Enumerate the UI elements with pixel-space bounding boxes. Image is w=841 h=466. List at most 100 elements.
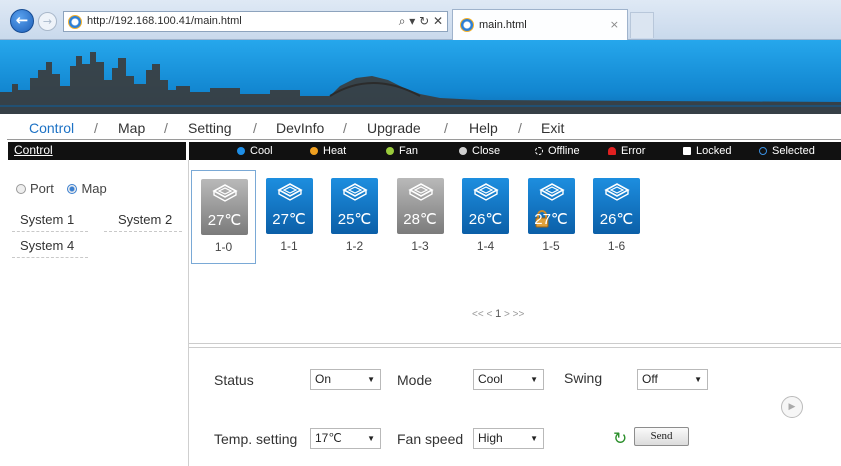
legend-close: Close bbox=[459, 145, 500, 157]
menu-separator: / bbox=[253, 120, 257, 136]
pager-current-page[interactable]: 1 bbox=[495, 308, 501, 320]
device-id: 1-4 bbox=[476, 239, 495, 253]
fan-speed-select[interactable]: High ▼ bbox=[473, 428, 544, 449]
menu-separator: / bbox=[444, 120, 448, 136]
view-mode-radio-group: Port Map bbox=[16, 181, 107, 196]
legend-fan: Fan bbox=[386, 145, 418, 157]
back-button[interactable]: ← bbox=[10, 9, 34, 33]
temp-setting-value: 17℃ bbox=[315, 431, 342, 445]
menu-map[interactable]: Map bbox=[118, 120, 145, 136]
heat-dot-icon bbox=[310, 147, 318, 155]
radio-map[interactable]: Map bbox=[67, 181, 107, 196]
legend-label: Fan bbox=[399, 145, 418, 157]
fan-speed-label: Fan speed bbox=[397, 431, 464, 447]
device-tile[interactable]: 26℃ 1-6 bbox=[584, 170, 649, 264]
device-id: 1-3 bbox=[411, 239, 429, 253]
chevron-down-icon: ▼ bbox=[367, 434, 375, 443]
radio-port[interactable]: Port bbox=[16, 181, 54, 196]
status-value: On bbox=[315, 372, 332, 386]
menu-upgrade[interactable]: Upgrade bbox=[367, 120, 421, 136]
legend-label: Offline bbox=[548, 145, 580, 157]
status-select[interactable]: On ▼ bbox=[310, 369, 381, 390]
radio-port-label: Port bbox=[30, 181, 54, 196]
tab-page-icon bbox=[460, 18, 474, 32]
pager-prev-link[interactable]: << < bbox=[472, 309, 492, 320]
play-icon[interactable]: ▶ bbox=[781, 396, 803, 418]
legend-label: Cool bbox=[250, 145, 273, 157]
sidebar: Port Map System 1 System 2 System 4 bbox=[8, 160, 189, 466]
device-tile[interactable]: 28℃ 1-3 bbox=[388, 170, 453, 264]
ac-unit-icon[interactable]: 26℃ bbox=[593, 178, 640, 234]
browser-toolbar: ← → http://192.168.100.41/main.html ⌕ ▾ … bbox=[0, 0, 841, 40]
device-temperature: 26℃ bbox=[599, 211, 634, 228]
device-tile[interactable]: 27℃ 1-5 bbox=[519, 170, 584, 264]
address-bar[interactable]: http://192.168.100.41/main.html ⌕ ▾ ↻ ✕ bbox=[63, 11, 448, 32]
temp-setting-select[interactable]: 17℃ ▼ bbox=[310, 428, 381, 449]
legend-selected: Selected bbox=[759, 145, 815, 157]
sidebar-item-system-1[interactable]: System 1 bbox=[12, 212, 88, 232]
legend-locked: Locked bbox=[683, 145, 731, 157]
chevron-down-icon: ▼ bbox=[530, 434, 538, 443]
menu-separator: / bbox=[164, 120, 168, 136]
pager-next-link[interactable]: > >> bbox=[504, 309, 524, 320]
legend-heat: Heat bbox=[310, 145, 346, 157]
radio-icon[interactable] bbox=[16, 184, 26, 194]
legend-label: Heat bbox=[323, 145, 347, 157]
ac-unit-icon[interactable]: 28℃ bbox=[396, 178, 444, 234]
menu-divider bbox=[7, 139, 841, 140]
new-tab-button[interactable] bbox=[630, 12, 654, 38]
page-root: ← → http://192.168.100.41/main.html ⌕ ▾ … bbox=[0, 0, 841, 466]
menu-exit[interactable]: Exit bbox=[541, 120, 564, 136]
status-legend: Cool Heat Fan Close Offline Error Locked… bbox=[189, 142, 841, 160]
lock-icon bbox=[683, 147, 691, 155]
tab-close-icon[interactable]: × bbox=[610, 18, 619, 31]
fan-dot-icon bbox=[386, 147, 394, 155]
browser-tab[interactable]: main.html × bbox=[452, 9, 628, 40]
control-panel: Status On ▼ Mode Cool ▼ Swing Off ▼ ▶ Temp.… bbox=[189, 347, 841, 466]
device-tile[interactable]: 26℃ 1-4 bbox=[453, 170, 518, 264]
menu-control[interactable]: Control bbox=[29, 120, 74, 136]
address-tools-icon[interactable]: ⌕ ▾ ↻ ✕ bbox=[399, 14, 443, 29]
mode-value: Cool bbox=[478, 372, 503, 386]
status-label: Status bbox=[214, 372, 254, 388]
pager: << < 1 > >> bbox=[472, 308, 524, 320]
cool-dot-icon bbox=[237, 147, 245, 155]
device-map: 27℃ 1-0 27℃ 1-1 25℃ 1-2 28℃ 1-3 26℃ 1-4 27℃ 1-5 26℃ 1… bbox=[189, 162, 841, 344]
device-tile[interactable]: 27℃ 1-0 bbox=[191, 170, 256, 264]
chevron-down-icon: ▼ bbox=[694, 375, 702, 384]
device-id: 1-5 bbox=[542, 239, 560, 253]
close-dot-icon bbox=[459, 147, 467, 155]
legend-error: Error bbox=[608, 145, 645, 157]
sidebar-item-label: System 1 bbox=[20, 212, 75, 227]
ac-unit-icon[interactable]: 25℃ bbox=[331, 178, 378, 234]
selected-ring-icon bbox=[759, 147, 767, 155]
ac-unit-icon[interactable]: 26℃ bbox=[462, 178, 509, 234]
menu-separator: / bbox=[343, 120, 347, 136]
menu-help[interactable]: Help bbox=[469, 120, 498, 136]
legend-cool: Cool bbox=[237, 145, 273, 157]
mode-select[interactable]: Cool ▼ bbox=[473, 369, 544, 390]
chevron-down-icon: ▼ bbox=[530, 375, 538, 384]
forward-button[interactable]: → bbox=[38, 12, 57, 31]
device-id: 1-6 bbox=[607, 239, 626, 253]
ac-unit-icon[interactable]: 27℃ bbox=[201, 179, 248, 235]
send-button[interactable]: Send bbox=[634, 427, 689, 446]
chevron-down-icon: ▼ bbox=[367, 375, 375, 384]
device-temperature: 26℃ bbox=[468, 211, 503, 228]
device-tile[interactable]: 25℃ 1-2 bbox=[322, 170, 387, 264]
menu-devinfo[interactable]: DevInfo bbox=[276, 120, 324, 136]
device-temperature: 27℃ bbox=[272, 211, 306, 228]
ac-unit-icon[interactable]: 27℃ bbox=[265, 178, 313, 234]
radio-selected-icon[interactable] bbox=[67, 184, 78, 194]
menu-separator: / bbox=[518, 120, 522, 136]
sidebar-item-label: System 4 bbox=[20, 238, 75, 253]
temp-setting-label: Temp. setting bbox=[214, 431, 298, 447]
menu-setting[interactable]: Setting bbox=[188, 120, 232, 136]
device-tile[interactable]: 27℃ 1-1 bbox=[257, 170, 322, 264]
refresh-icon[interactable]: ↻ bbox=[613, 429, 627, 449]
main-menu: Control / Map / Setting / DevInfo / Upgr… bbox=[0, 117, 841, 139]
sidebar-item-system-2[interactable]: System 2 bbox=[104, 212, 182, 232]
swing-select[interactable]: Off ▼ bbox=[637, 369, 708, 390]
ac-unit-icon[interactable]: 27℃ bbox=[527, 178, 575, 234]
sidebar-item-system-4[interactable]: System 4 bbox=[12, 238, 88, 258]
